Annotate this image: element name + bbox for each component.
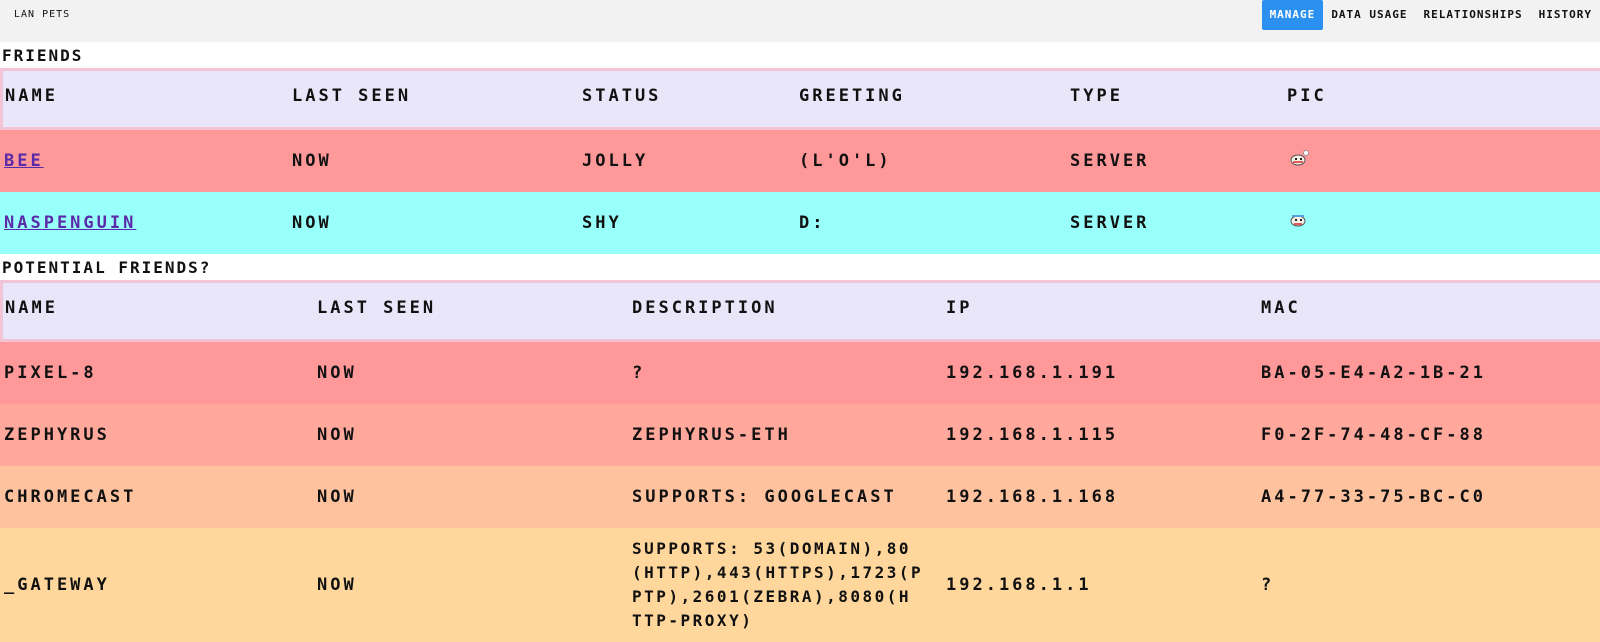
top-bar: LAN PETS MANAGE DATA USAGE RELATIONSHIPS… <box>0 0 1600 42</box>
last-seen-cell: NOW <box>292 213 332 233</box>
nav-manage[interactable]: MANAGE <box>1261 0 1324 30</box>
type-cell: SERVER <box>1070 151 1150 171</box>
col-pic-header: PIC <box>1287 86 1327 106</box>
friends-section-title: FRIENDS <box>2 46 84 65</box>
col-last-seen-header: LAST SEEN <box>292 86 412 106</box>
name-cell: ZEPHYRUS <box>4 425 110 445</box>
name-cell: _GATEWAY <box>4 575 110 595</box>
mac-cell: BA-05-E4-A2-1B-21 <box>1261 363 1486 383</box>
mac-cell: F0-2F-74-48-CF-88 <box>1261 425 1486 445</box>
ip-cell: 192.168.1.191 <box>946 363 1119 383</box>
mac-cell: A4-77-33-75-BC-C0 <box>1261 487 1486 507</box>
description-cell: SUPPORTS: 53(DOMAIN),80 (HTTP),443(HTTPS… <box>632 539 924 630</box>
status-cell: SHY <box>582 213 622 233</box>
name-cell: CHROMECAST <box>4 487 137 507</box>
description-cell: ZEPHYRUS-ETH <box>632 425 791 445</box>
col-mac-header: MAC <box>1261 298 1301 318</box>
name-cell: PIXEL-8 <box>4 363 97 383</box>
friend-link-bee[interactable]: BEE <box>4 151 44 171</box>
pet-sprite-icon <box>1290 215 1306 227</box>
last-seen-cell: NOW <box>317 425 357 445</box>
nav-relationships[interactable]: RELATIONSHIPS <box>1416 0 1531 30</box>
description-cell: SUPPORTS: GOOGLECAST <box>632 487 897 507</box>
last-seen-cell: NOW <box>317 575 357 595</box>
pet-sprite-icon <box>1290 150 1309 166</box>
col-last-seen-header: LAST SEEN <box>317 298 437 318</box>
col-ip-header: IP <box>946 298 973 318</box>
table-row: CHROMECAST NOW SUPPORTS: GOOGLECAST 192.… <box>0 466 1600 528</box>
table-row: PIXEL-8 NOW ? 192.168.1.191 BA-05-E4-A2-… <box>0 342 1600 404</box>
col-description-header: DESCRIPTION <box>632 298 778 318</box>
nav-history[interactable]: HISTORY <box>1531 0 1600 30</box>
greeting-cell: D: <box>799 213 826 233</box>
friends-table: NAME LAST SEEN STATUS GREETING TYPE PIC … <box>0 68 1600 254</box>
mac-cell: ? <box>1261 575 1275 595</box>
type-cell: SERVER <box>1070 213 1150 233</box>
friend-link-naspenguin[interactable]: NASPENGUIN <box>4 213 136 233</box>
ip-cell: 192.168.1.115 <box>946 425 1119 445</box>
status-cell: JOLLY <box>582 151 649 171</box>
friends-header-row: NAME LAST SEEN STATUS GREETING TYPE PIC <box>0 68 1600 130</box>
col-name-header: NAME <box>5 298 58 318</box>
last-seen-cell: NOW <box>317 363 357 383</box>
last-seen-cell: NOW <box>317 487 357 507</box>
main-nav: MANAGE DATA USAGE RELATIONSHIPS HISTORY <box>1261 0 1600 30</box>
greeting-cell: (L'O'L) <box>799 151 892 171</box>
ip-cell: 192.168.1.1 <box>946 575 1092 595</box>
table-row: NASPENGUIN NOW SHY D: SERVER <box>0 192 1600 254</box>
table-row: _GATEWAY NOW SUPPORTS: 53(DOMAIN),80 (HT… <box>0 528 1600 642</box>
table-row: ZEPHYRUS NOW ZEPHYRUS-ETH 192.168.1.115 … <box>0 404 1600 466</box>
potential-friends-table: NAME LAST SEEN DESCRIPTION IP MAC PIXEL-… <box>0 280 1600 642</box>
potential-friends-section-title: POTENTIAL FRIENDS? <box>2 258 212 277</box>
col-status-header: STATUS <box>582 86 662 106</box>
col-type-header: TYPE <box>1070 86 1123 106</box>
ip-cell: 192.168.1.168 <box>946 487 1119 507</box>
last-seen-cell: NOW <box>292 151 332 171</box>
col-greeting-header: GREETING <box>799 86 905 106</box>
col-name-header: NAME <box>5 86 58 106</box>
nav-data-usage[interactable]: DATA USAGE <box>1323 0 1415 30</box>
potential-header-row: NAME LAST SEEN DESCRIPTION IP MAC <box>0 280 1600 342</box>
description-cell: ? <box>632 363 646 383</box>
table-row: BEE NOW JOLLY (L'O'L) SERVER <box>0 130 1600 192</box>
app-title: LAN PETS <box>14 9 71 20</box>
